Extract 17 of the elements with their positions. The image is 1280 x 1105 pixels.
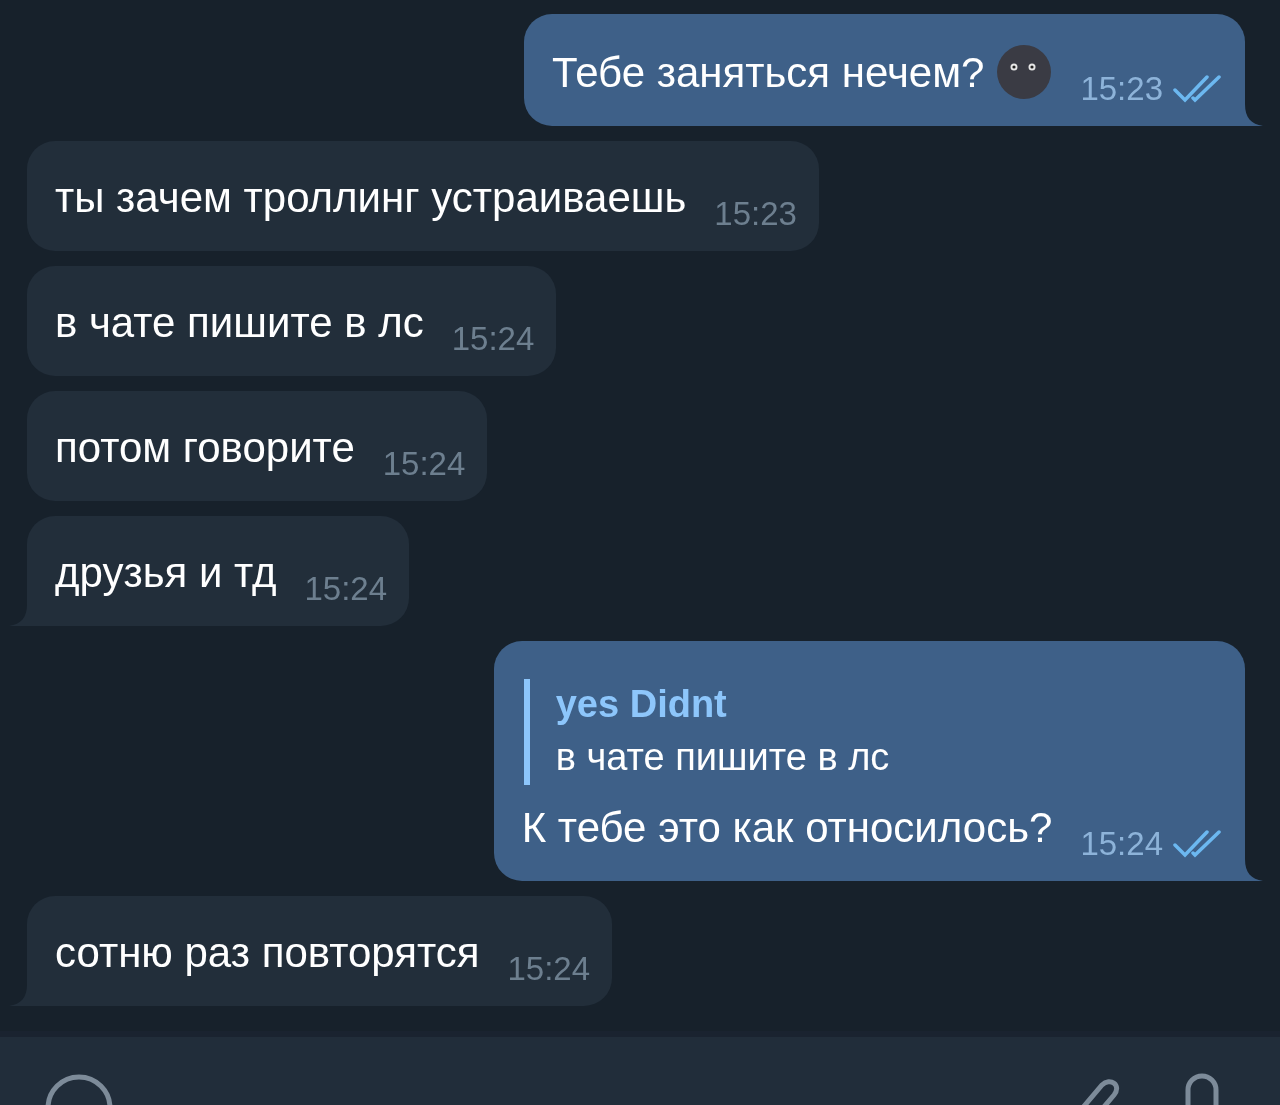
message-time: 15:23 [714,195,797,233]
message-time: 15:24 [304,570,388,608]
message-text: ты зачем троллинг устраиваешь [55,173,687,223]
reply-quote[interactable]: yes Didnt в чате пишите в лс [523,679,1223,785]
message-text: К тебе это как относилось? [521,803,1053,853]
message-text: сотню раз повторятся [55,928,480,978]
message-time: 15:24 [382,445,466,483]
message-time: 15:24 [507,950,591,988]
message-text: друзья и тд [55,548,277,598]
message-text: Тебе заняться нечем? [551,48,985,98]
message-time: 15:23 [1080,70,1163,108]
message-time: 15:24 [1080,825,1163,863]
reply-author: yes Didnt [555,682,728,727]
message-text: в чате пишите в лс [55,298,424,348]
message-text: потом говорите [55,423,355,473]
reply-text: в чате пишите в лс [555,735,891,780]
message-time: 15:24 [451,320,535,358]
